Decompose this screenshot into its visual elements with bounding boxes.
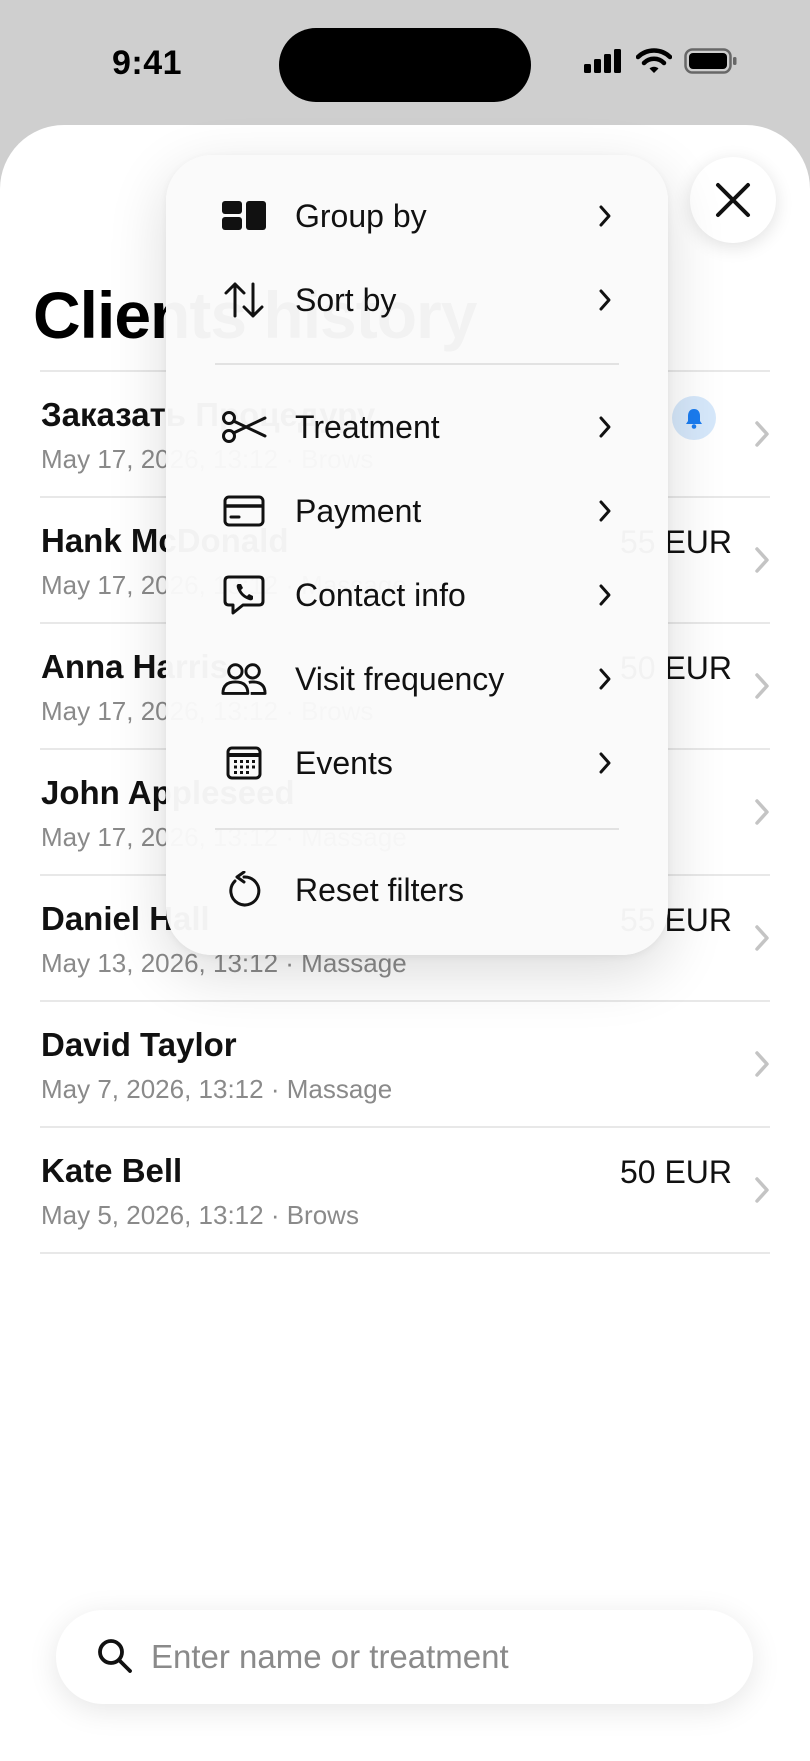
status-bar: 9:41 [0, 0, 810, 125]
chevron-right-icon [599, 416, 611, 438]
chevron-right-icon [755, 673, 769, 699]
status-icons [584, 48, 738, 74]
notification-badge[interactable] [672, 396, 716, 440]
chevron-right-icon [755, 799, 769, 825]
search-input[interactable] [151, 1610, 711, 1704]
wifi-icon [636, 48, 672, 73]
status-time: 9:41 [112, 44, 183, 82]
sort-arrows-icon [221, 277, 267, 323]
search-icon [98, 1639, 132, 1673]
cellular-signal-icon [584, 49, 621, 73]
menu-item-visit-frequency[interactable]: Visit frequency [166, 637, 668, 721]
menu-divider [215, 828, 619, 830]
people-icon [221, 656, 267, 702]
chevron-right-icon [599, 289, 611, 311]
battery-icon [684, 48, 737, 74]
chevron-right-icon [755, 1051, 769, 1077]
menu-item-events[interactable]: Events [166, 721, 668, 805]
chevron-right-icon [599, 205, 611, 227]
client-row[interactable]: David Taylor May 7, 2026, 13:12 · Massag… [40, 1002, 770, 1128]
chevron-right-icon [755, 1177, 769, 1203]
chat-phone-icon [221, 572, 267, 618]
menu-item-reset-filters[interactable]: Reset filters [166, 848, 668, 932]
menu-item-label: Treatment [295, 408, 440, 445]
scissors-icon [221, 404, 267, 450]
menu-item-group-by[interactable]: Group by [166, 174, 668, 258]
menu-item-payment[interactable]: Payment [166, 469, 668, 553]
client-name: David Taylor [41, 1026, 237, 1063]
bell-icon [686, 409, 702, 429]
menu-item-label: Payment [295, 492, 422, 529]
search-bar[interactable] [56, 1610, 753, 1704]
menu-item-label: Events [295, 744, 393, 781]
menu-divider [215, 363, 619, 365]
menu-item-label: Sort by [295, 281, 397, 318]
close-icon [716, 183, 750, 217]
client-name: Kate Bell [41, 1152, 183, 1189]
credit-card-icon [221, 488, 267, 534]
filter-menu: Group by Sort by Treatment Payment Conta… [166, 155, 668, 955]
chevron-right-icon [599, 584, 611, 606]
client-row[interactable]: Kate Bell May 5, 2026, 13:12 · Brows 50 … [40, 1128, 770, 1254]
menu-item-treatment[interactable]: Treatment [166, 385, 668, 469]
client-amount: 50 EUR [619, 1154, 732, 1190]
chevron-right-icon [599, 668, 611, 690]
chevron-right-icon [599, 752, 611, 774]
client-meta: May 5, 2026, 13:12 · Brows [41, 1200, 359, 1230]
client-meta: May 7, 2026, 13:12 · Massage [41, 1074, 393, 1104]
group-by-icon [221, 193, 267, 239]
calendar-icon [221, 740, 267, 786]
menu-item-label: Reset filters [295, 871, 464, 908]
dynamic-island [279, 28, 531, 102]
menu-item-sort-by[interactable]: Sort by [166, 258, 668, 342]
close-button[interactable] [690, 157, 776, 243]
chevron-right-icon [755, 547, 769, 573]
reset-icon [221, 867, 267, 913]
menu-item-label: Contact info [295, 576, 466, 613]
menu-item-label: Visit frequency [295, 660, 505, 697]
menu-item-contact-info[interactable]: Contact info [166, 553, 668, 637]
menu-item-label: Group by [295, 197, 427, 234]
chevron-right-icon [599, 500, 611, 522]
chevron-right-icon [755, 421, 769, 447]
chevron-right-icon [755, 925, 769, 951]
